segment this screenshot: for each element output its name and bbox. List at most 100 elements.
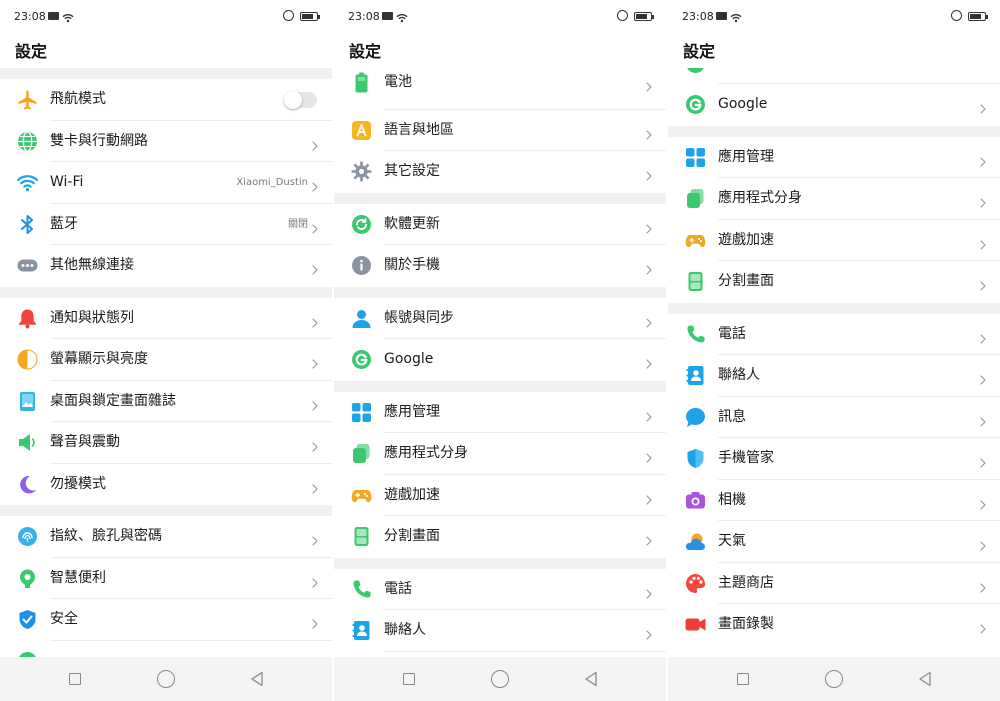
google-icon [351, 349, 372, 370]
settings-row[interactable]: 螢幕顯示與亮度 [0, 339, 332, 381]
home-button[interactable] [491, 670, 509, 688]
weather-icon [685, 531, 706, 552]
row-label: 語言與地區 [384, 121, 454, 138]
smart-assist-icon [17, 568, 38, 589]
settings-row[interactable]: 畫面錄製 [668, 604, 1000, 646]
battery-status-icon [634, 12, 654, 21]
settings-row[interactable]: 飛航模式 [0, 79, 332, 121]
app-bar: 設定 [334, 34, 666, 68]
back-button[interactable] [250, 671, 264, 687]
settings-row[interactable]: 藍牙 關閉 [0, 203, 332, 245]
chevron-right-icon [646, 407, 652, 422]
settings-row[interactable]: 遊戲加速 [334, 474, 666, 516]
row-label: 電話 [718, 325, 746, 342]
chevron-right-icon [980, 536, 986, 551]
chevron-right-icon [980, 495, 986, 510]
wifi-status-icon [62, 8, 74, 27]
settings-row[interactable]: 通知與狀態列 [0, 297, 332, 339]
chevron-right-icon [312, 479, 318, 494]
settings-row[interactable]: 智慧便利 [0, 557, 332, 599]
settings-row[interactable]: 電話 [334, 568, 666, 610]
row-label: 桌面與鎖定畫面雜誌 [50, 392, 176, 409]
settings-row[interactable]: 訊息 [668, 396, 1000, 438]
row-label: 智慧便利 [50, 569, 106, 586]
settings-row[interactable]: 其它設定 [334, 151, 666, 193]
home-button[interactable] [825, 670, 843, 688]
settings-row[interactable]: 桌面與鎖定畫面雜誌 [0, 380, 332, 422]
settings-row[interactable]: 軟體更新 [334, 203, 666, 245]
settings-list[interactable]: 飛航模式雙卡與行動網路 Wi-Fi Xiaomi_Dustin 藍牙 關閉 其他無線連接通… [0, 68, 332, 657]
settings-screen-3: 23:08 設定 Google 應用管理 應用程式分身 遊戲加速 分割畫面 電話 聯絡人 訊息 手機… [668, 0, 1000, 701]
settings-row[interactable]: 其他無線連接 [0, 245, 332, 287]
settings-list[interactable]: 電池語言與地區其它設定軟體更新 關於手機帳號與同步 Google 應用管理 應用程式分身… [334, 68, 666, 657]
settings-row[interactable]: 聲音與震動 [0, 422, 332, 464]
settings-row[interactable]: 帳號與同步 [334, 297, 666, 339]
recent-apps-button[interactable] [69, 673, 81, 685]
row-label: 聯絡人 [384, 622, 426, 638]
settings-row[interactable]: Google [668, 84, 1000, 126]
back-button[interactable] [584, 671, 598, 687]
settings-row[interactable]: 應用程式分身 [668, 178, 1000, 220]
row-label: Google [718, 96, 768, 112]
settings-row[interactable]: 手機管家 [668, 438, 1000, 480]
settings-row[interactable]: Google [334, 339, 666, 381]
settings-row[interactable]: 分割畫面 [668, 261, 1000, 303]
settings-section: 飛航模式雙卡與行動網路 Wi-Fi Xiaomi_Dustin 藍牙 關閉 其他無線連接 [0, 79, 332, 287]
row-label: 聲音與震動 [50, 434, 120, 450]
navigation-bar [334, 657, 666, 701]
row-label: 電話 [384, 580, 412, 597]
settings-row[interactable]: 應用管理 [334, 391, 666, 433]
status-time: 23:08 [14, 10, 46, 23]
settings-row[interactable]: 勿擾模式 [0, 463, 332, 505]
home-button[interactable] [157, 670, 175, 688]
airplane-mode-toggle[interactable] [284, 91, 317, 109]
settings-row[interactable]: 聯絡人 [334, 610, 666, 652]
settings-list[interactable]: Google 應用管理 應用程式分身 遊戲加速 分割畫面電話聯絡人訊息 手機管家 相機 天氣主… [668, 68, 1000, 657]
settings-row[interactable]: 語言與地區 [334, 109, 666, 151]
settings-row[interactable]: 安全 [0, 599, 332, 641]
status-bar: 23:08 [334, 0, 666, 34]
airplane-icon [17, 89, 38, 110]
recent-apps-button[interactable] [737, 673, 749, 685]
split-screen-icon [685, 271, 706, 292]
chevron-right-icon [646, 490, 652, 505]
settings-row[interactable]: 應用管理 [668, 136, 1000, 178]
settings-row[interactable]: 關於手機 [334, 245, 666, 287]
back-button[interactable] [918, 671, 932, 687]
settings-screen-1: 23:08 設定 飛航模式 雙卡與行動網路 Wi-Fi Xiaomi_Dustin 藍牙 關閉… [0, 0, 332, 701]
settings-row[interactable]: 聯絡人 [668, 355, 1000, 397]
settings-row[interactable]: 相機 [668, 479, 1000, 521]
settings-row[interactable]: 雙卡與行動網路 [0, 120, 332, 162]
chevron-right-icon [646, 448, 652, 463]
settings-row[interactable]: 分割畫面 [334, 516, 666, 558]
recent-apps-button[interactable] [403, 673, 415, 685]
settings-row[interactable] [0, 640, 332, 657]
settings-row[interactable] [668, 68, 1000, 84]
row-label: 雙卡與行動網路 [50, 132, 148, 149]
speaker-icon [17, 432, 38, 453]
settings-row[interactable]: 電池 [334, 68, 666, 110]
status-bar: 23:08 [0, 0, 332, 34]
chevron-right-icon [646, 625, 652, 640]
chevron-right-icon [980, 370, 986, 385]
row-label: 電池 [384, 74, 412, 90]
chevron-right-icon [646, 77, 652, 92]
settings-row[interactable]: 主題商店 [668, 562, 1000, 604]
settings-row[interactable]: 指紋、臉孔與密碼 [0, 516, 332, 558]
status-bar: 23:08 [668, 0, 1000, 34]
row-label: Google [384, 351, 434, 367]
gamepad-icon [351, 485, 372, 506]
row-label: 通知與狀態列 [50, 309, 134, 326]
chevron-right-icon [312, 531, 318, 546]
settings-row[interactable]: 電話 [668, 313, 1000, 355]
chevron-right-icon [312, 614, 318, 629]
row-label: 聯絡人 [718, 367, 760, 383]
settings-row[interactable]: 遊戲加速 [668, 219, 1000, 261]
settings-row[interactable]: Wi-Fi Xiaomi_Dustin [0, 162, 332, 204]
status-time: 23:08 [348, 10, 380, 23]
settings-row[interactable]: 應用程式分身 [334, 433, 666, 475]
row-value: Xiaomi_Dustin [236, 177, 308, 188]
settings-section: 電話聯絡人訊息 手機管家 相機 天氣 主題商店 畫面錄製 [668, 313, 1000, 646]
chevron-right-icon [646, 219, 652, 234]
settings-row[interactable]: 天氣 [668, 521, 1000, 563]
